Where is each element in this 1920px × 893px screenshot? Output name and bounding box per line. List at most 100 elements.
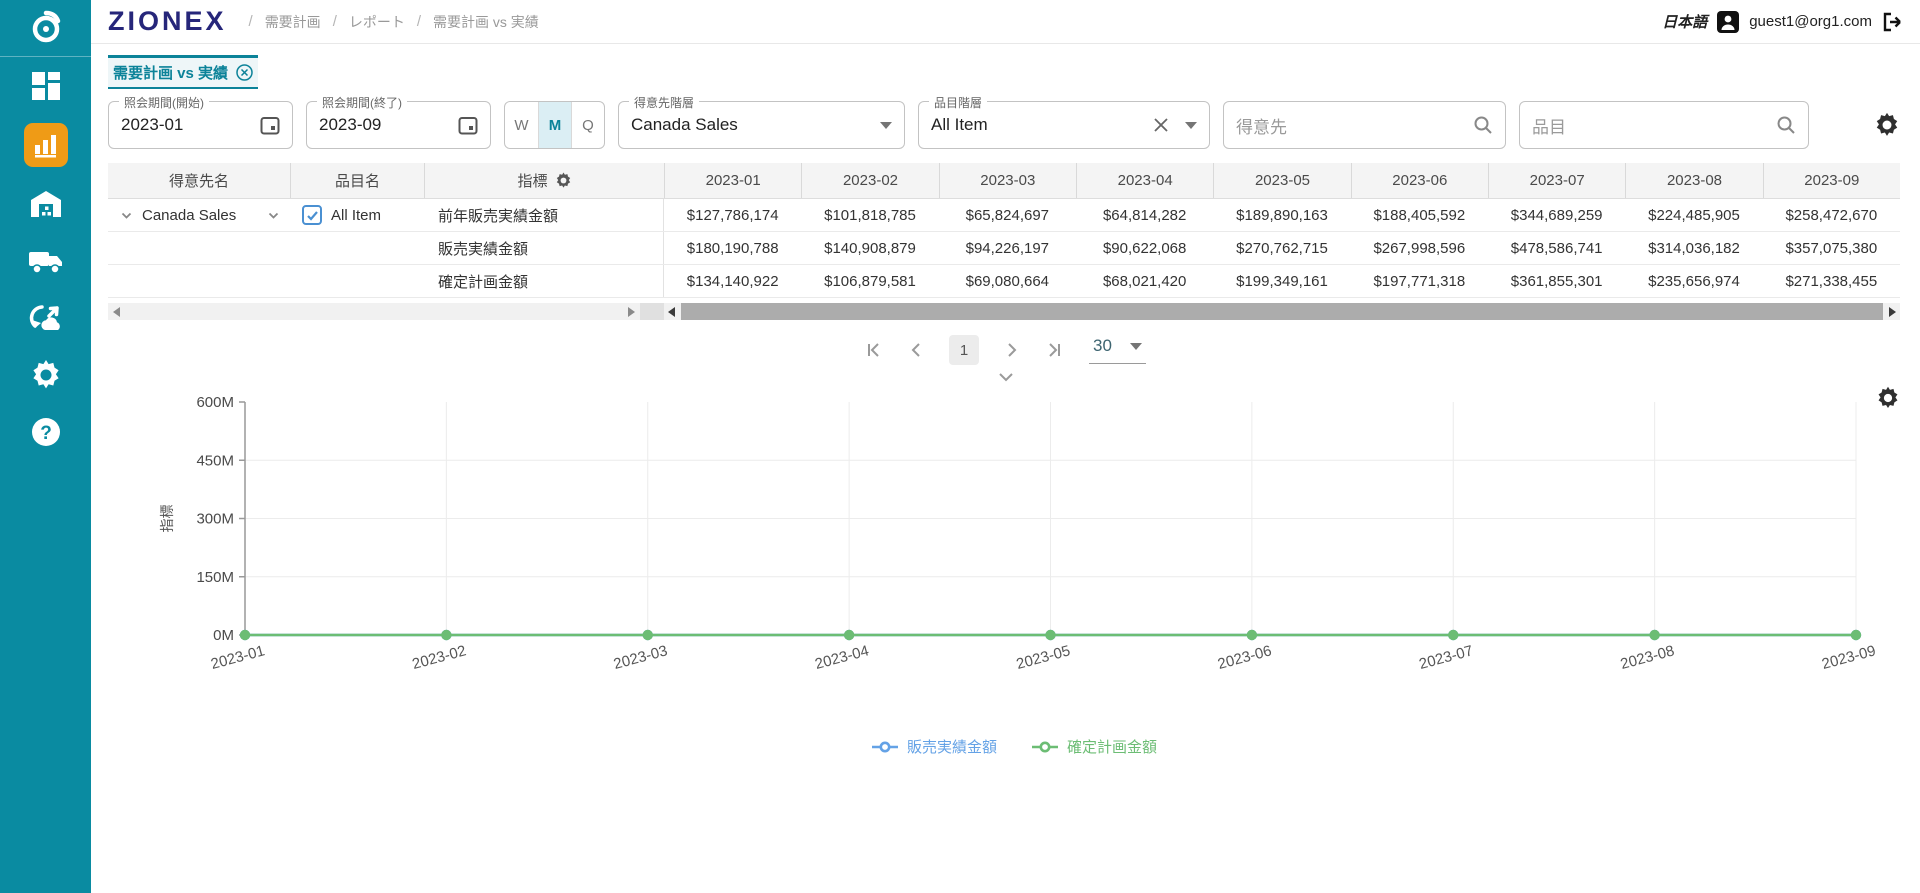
clear-icon[interactable] — [1153, 117, 1169, 133]
top-right-controls: 日本語 guest1@org1.com — [1662, 11, 1904, 33]
chevron-down-icon[interactable] — [880, 122, 892, 129]
filter-bar: 照会期間(開始) 2023-01 照会期間(終了) 2023-09 W M Q — [108, 101, 1900, 149]
value-cell: $314,036,182 — [1625, 232, 1762, 264]
col-header-metric[interactable]: 指標 — [424, 163, 664, 198]
breadcrumb-item-report[interactable]: レポート — [349, 12, 405, 32]
item-hierarchy-select[interactable]: 品目階層 All Item — [918, 101, 1210, 149]
customer-name: Canada Sales — [142, 207, 236, 224]
metric-name: 確定計画金額 — [424, 265, 664, 297]
search-icon[interactable] — [1776, 115, 1796, 135]
warehouse-icon — [29, 188, 63, 220]
col-header-month[interactable]: 2023-08 — [1625, 163, 1762, 198]
scroll-left-icon[interactable] — [113, 307, 120, 317]
col-header-item[interactable]: 品目名 — [290, 163, 424, 198]
value-cell: $357,075,380 — [1763, 232, 1900, 264]
col-header-month[interactable]: 2023-09 — [1763, 163, 1900, 198]
col-header-month[interactable]: 2023-02 — [801, 163, 938, 198]
period-end-value[interactable]: 2023-09 — [319, 115, 458, 135]
zionex-logo-mark-icon[interactable] — [0, 0, 91, 57]
value-cell: $64,814,282 — [1076, 199, 1213, 231]
period-start-field[interactable]: 照会期間(開始) 2023-01 — [108, 101, 293, 149]
chevron-down-icon[interactable] — [267, 209, 280, 222]
granularity-quarter-button[interactable]: Q — [571, 102, 604, 148]
col-header-month[interactable]: 2023-06 — [1351, 163, 1488, 198]
period-start-value[interactable]: 2023-01 — [121, 115, 260, 135]
legend-item[interactable]: 確定計画金額 — [1031, 736, 1157, 757]
customer-search-input[interactable]: 得意先 — [1223, 101, 1506, 149]
col-header-month[interactable]: 2023-01 — [664, 163, 801, 198]
legend-item[interactable]: 販売実績金額 — [871, 736, 997, 757]
sidebar-item-help[interactable]: ? — [24, 412, 68, 452]
value-cell: $101,818,785 — [801, 199, 938, 231]
user-avatar-icon — [1717, 11, 1739, 33]
value-cell: $267,998,596 — [1351, 232, 1488, 264]
period-start-label: 照会期間(開始) — [119, 94, 209, 111]
page-size-value: 30 — [1093, 336, 1112, 356]
metric-settings-gear-icon[interactable] — [555, 172, 572, 189]
table-header-row: 得意先名 品目名 指標 2023-012023-022023-032023-04… — [108, 163, 1900, 199]
previous-page-icon[interactable] — [909, 341, 923, 359]
search-icon[interactable] — [1473, 115, 1493, 135]
pivot-table: 得意先名 品目名 指標 2023-012023-022023-032023-04… — [108, 163, 1900, 298]
page-number-button[interactable]: 1 — [949, 335, 979, 365]
item-checkbox[interactable] — [302, 205, 322, 225]
table-row: Canada Sales All Item 前年販売実績金額 $127,786,… — [108, 199, 1900, 232]
period-end-field[interactable]: 照会期間(終了) 2023-09 — [306, 101, 491, 149]
sidebar-item-dashboard[interactable] — [24, 66, 68, 106]
fixed-columns-scrollbar[interactable] — [108, 303, 640, 320]
customer-cell: Canada Sales — [108, 199, 290, 231]
svg-text:2023-07: 2023-07 — [1417, 642, 1475, 673]
sidebar-item-sync[interactable] — [24, 298, 68, 338]
svg-text:2023-02: 2023-02 — [410, 642, 468, 673]
logout-icon[interactable] — [1882, 12, 1904, 32]
col-header-customer[interactable]: 得意先名 — [108, 163, 290, 198]
col-header-month[interactable]: 2023-05 — [1213, 163, 1350, 198]
customer-hierarchy-select[interactable]: 得意先階層 Canada Sales — [618, 101, 905, 149]
value-cell: $258,472,670 — [1763, 199, 1900, 231]
value-cell: $127,786,174 — [664, 199, 801, 231]
language-selector[interactable]: 日本語 — [1662, 11, 1707, 32]
sidebar-item-analytics[interactable] — [24, 123, 68, 167]
value-cell: $271,338,455 — [1763, 265, 1900, 297]
page-size-select[interactable]: 30 — [1089, 336, 1146, 364]
granularity-week-button[interactable]: W — [505, 102, 538, 148]
item-cell: All Item — [290, 199, 424, 231]
panel-collapse-handle[interactable] — [91, 372, 1920, 382]
col-header-month[interactable]: 2023-03 — [939, 163, 1076, 198]
tab-demand-vs-actual[interactable]: 需要計画 vs 実績 — [108, 55, 258, 89]
value-cell: $344,689,259 — [1488, 199, 1625, 231]
metric-name: 販売実績金額 — [424, 232, 664, 264]
tab-close-icon[interactable] — [236, 64, 253, 81]
scroll-right-icon[interactable] — [1889, 307, 1896, 317]
chart-legend: 販売実績金額 確定計画金額 — [108, 736, 1920, 757]
legend-marker-icon — [871, 741, 899, 753]
chart-settings-gear-icon[interactable] — [1876, 386, 1900, 410]
scroll-left-icon[interactable] — [668, 307, 675, 317]
sidebar-item-settings[interactable] — [24, 355, 68, 395]
svg-text:2023-01: 2023-01 — [209, 642, 267, 673]
filter-settings-gear-icon[interactable] — [1874, 112, 1900, 138]
first-page-icon[interactable] — [865, 341, 883, 359]
scrollbar-thumb[interactable] — [681, 303, 1883, 320]
next-page-icon[interactable] — [1005, 341, 1019, 359]
svg-text:0M: 0M — [213, 627, 234, 644]
col-header-month[interactable]: 2023-04 — [1076, 163, 1213, 198]
app-root: ? ZIONEX / 需要計画 / レポート / 需要計画 vs 実績 日本語 — [0, 0, 1920, 893]
sidebar-item-transport[interactable] — [24, 241, 68, 281]
value-cell: $94,226,197 — [939, 232, 1076, 264]
customer-hierarchy-value: Canada Sales — [631, 115, 880, 135]
months-scrollbar[interactable] — [664, 303, 1900, 320]
chevron-down-icon — [1130, 343, 1142, 350]
zionex-wordmark[interactable]: ZIONEX — [108, 6, 227, 37]
item-search-input[interactable]: 品目 — [1519, 101, 1809, 149]
granularity-month-button[interactable]: M — [538, 102, 571, 148]
chevron-down-icon[interactable] — [1185, 122, 1197, 129]
value-cell: $90,622,068 — [1076, 232, 1213, 264]
chevron-down-icon[interactable] — [120, 209, 133, 222]
breadcrumb-item-demand-plan[interactable]: 需要計画 — [265, 12, 321, 32]
item-search-placeholder: 品目 — [1532, 113, 1776, 138]
last-page-icon[interactable] — [1045, 341, 1063, 359]
scroll-right-icon[interactable] — [628, 307, 635, 317]
sidebar-item-warehouse[interactable] — [24, 184, 68, 224]
col-header-month[interactable]: 2023-07 — [1488, 163, 1625, 198]
